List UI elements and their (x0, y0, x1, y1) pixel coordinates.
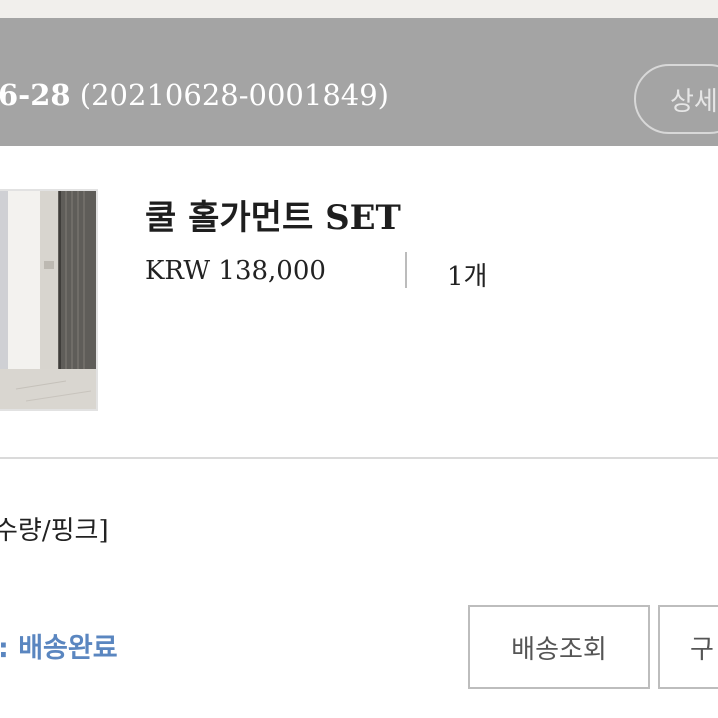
track-delivery-button[interactable]: 배송조회 (468, 605, 650, 689)
product-photo (0, 191, 96, 409)
delivery-status: : 배송완료 (0, 633, 118, 664)
purchase-confirm-label: 구 (690, 634, 714, 665)
product-price: KRW 138,000 (145, 256, 326, 286)
section-divider (0, 457, 718, 459)
product-quantity: 1개 (447, 262, 488, 292)
order-date: 6-28 (0, 78, 71, 112)
order-title: 6-28 (20210628-0001849) (0, 78, 389, 112)
top-strip (0, 0, 718, 18)
product-option: 수량/핑크] (0, 516, 109, 546)
product-name[interactable]: 쿨 홀가먼트 SET (145, 190, 401, 239)
order-header: 6-28 (20210628-0001849) 상세 (0, 18, 718, 146)
track-delivery-label: 배송조회 (511, 634, 607, 665)
order-detail-button[interactable]: 상세 (634, 64, 718, 134)
order-item-card: 쿨 홀가먼트 SET KRW 138,000 1개 수량/핑크] : 배송완료 … (0, 146, 718, 718)
price-quantity-divider (405, 252, 407, 288)
product-thumbnail[interactable] (0, 189, 98, 411)
order-number: (20210628-0001849) (79, 78, 389, 112)
order-detail-label: 상세 (670, 86, 718, 117)
purchase-confirm-button[interactable]: 구 (658, 605, 718, 689)
